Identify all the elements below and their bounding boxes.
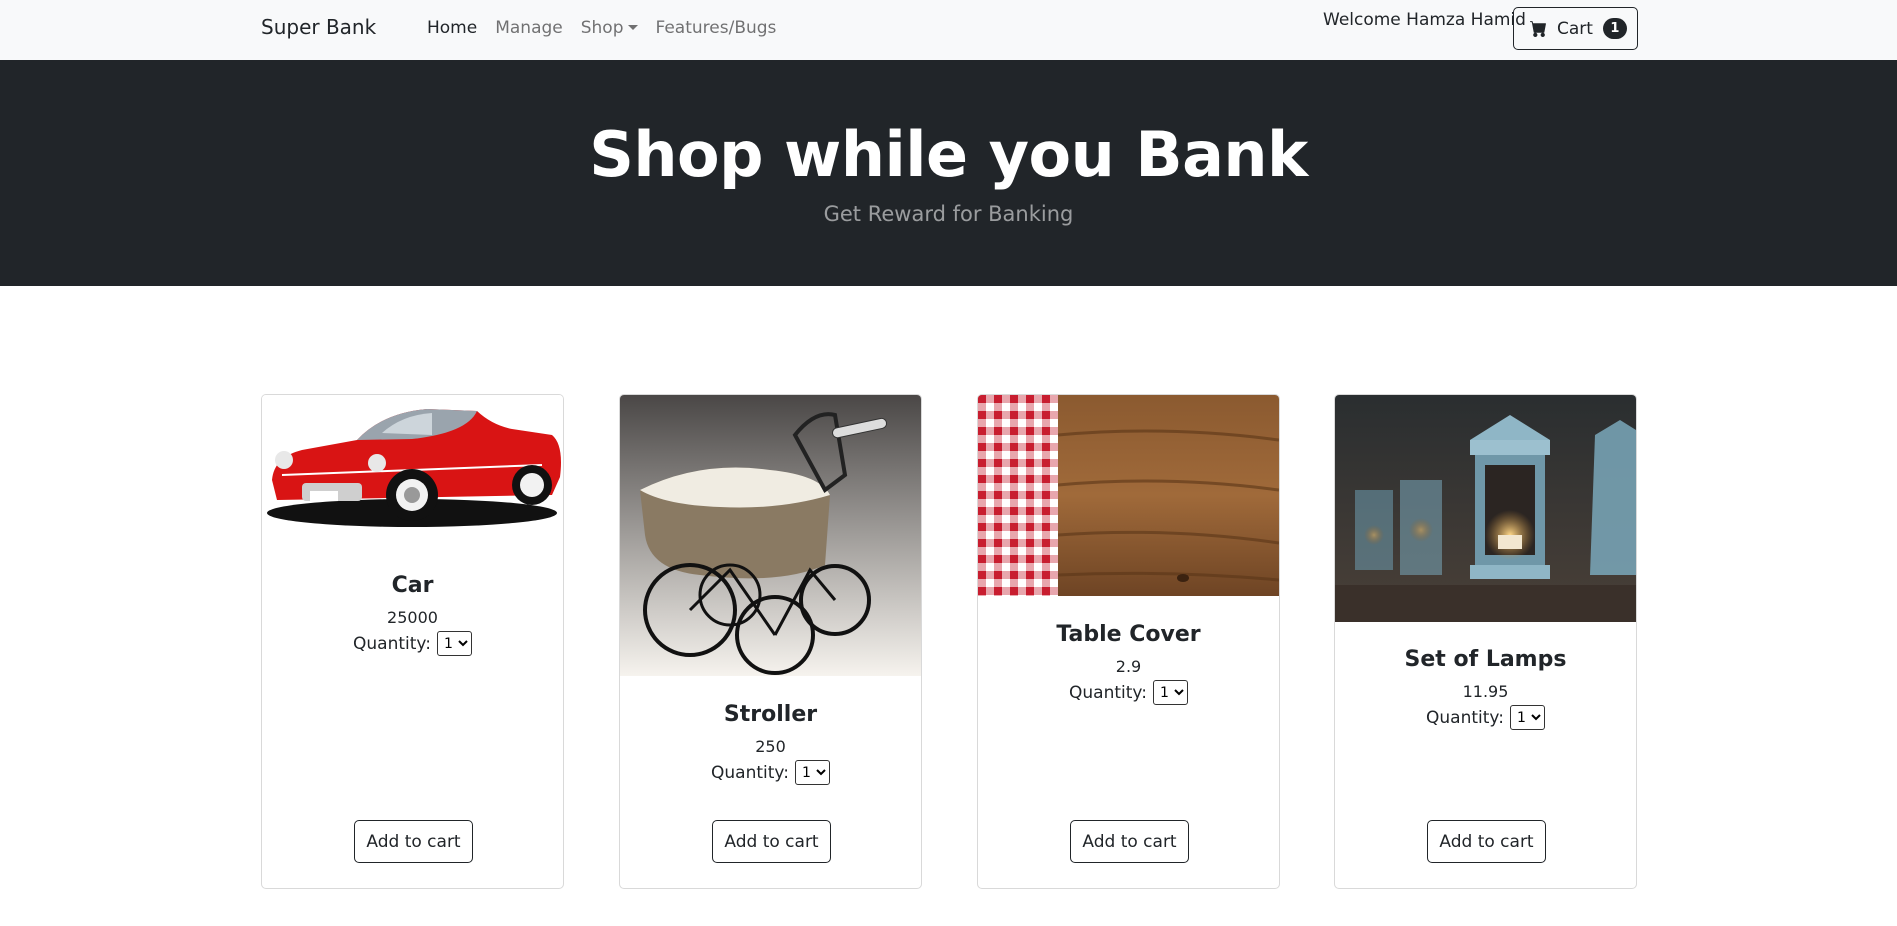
add-to-cart-button[interactable]: Add to cart — [1070, 820, 1189, 863]
chevron-down-icon — [627, 25, 638, 30]
cart-button[interactable]: Cart 1 — [1513, 7, 1638, 50]
quantity-label: Quantity: — [711, 762, 789, 783]
card-body: Stroller 250 Quantity: 1 — [620, 702, 921, 785]
nav-home[interactable]: Home — [427, 18, 477, 38]
product-title: Set of Lamps — [1404, 647, 1567, 672]
quantity-label: Quantity: — [353, 633, 431, 654]
product-price: 250 — [755, 737, 786, 756]
add-to-cart-button[interactable]: Add to cart — [1427, 820, 1546, 863]
add-to-cart-button[interactable]: Add to cart — [354, 820, 473, 863]
table-cover-image — [978, 395, 1279, 596]
welcome-text: Welcome Hamza Hamid — [1323, 10, 1526, 30]
lamps-image — [1335, 395, 1636, 622]
quantity-select[interactable]: 1 — [1152, 680, 1188, 705]
cart-count-badge: 1 — [1602, 18, 1627, 39]
product-card-set-of-lamps: Set of Lamps 11.95 Quantity: 1 Add to ca… — [1334, 394, 1637, 889]
product-title: Table Cover — [1056, 622, 1201, 647]
quantity-select[interactable]: 1 — [794, 760, 830, 785]
hero-subtitle: Get Reward for Banking — [823, 202, 1074, 226]
quantity-label: Quantity: — [1069, 682, 1147, 703]
card-body: Set of Lamps 11.95 Quantity: 1 — [1335, 647, 1636, 730]
hero-banner: Shop while you Bank Get Reward for Banki… — [0, 60, 1897, 286]
nav-links: Home Manage Shop Features/Bugs — [427, 18, 776, 38]
navbar: Super Bank Home Manage Shop Features/Bug… — [0, 0, 1897, 60]
cart-icon — [1530, 21, 1546, 37]
quantity-select[interactable]: 1 — [1509, 705, 1545, 730]
card-body: Car 25000 Quantity: 1 — [262, 573, 563, 656]
stroller-image — [620, 395, 921, 676]
cart-label: Cart — [1557, 18, 1593, 39]
product-card-stroller: Stroller 250 Quantity: 1 Add to cart — [619, 394, 922, 889]
product-price: 11.95 — [1462, 682, 1509, 701]
quantity-row: Quantity: 1 — [1335, 705, 1636, 730]
quantity-row: Quantity: 1 — [620, 760, 921, 785]
quantity-row: Quantity: 1 — [262, 631, 563, 656]
brand-link[interactable]: Super Bank — [261, 15, 376, 39]
quantity-label: Quantity: — [1426, 707, 1504, 728]
nav-shop-label: Shop — [580, 18, 624, 38]
product-title: Stroller — [723, 702, 818, 727]
quantity-row: Quantity: 1 — [978, 680, 1279, 705]
nav-shop-dropdown[interactable]: Shop — [581, 18, 638, 38]
quantity-select[interactable]: 1 — [436, 631, 472, 656]
product-card-car: Car 25000 Quantity: 1 Add to cart — [261, 394, 564, 889]
product-price: 25000 — [387, 608, 438, 627]
nav-features-bugs[interactable]: Features/Bugs — [656, 18, 777, 38]
product-card-table-cover: Table Cover 2.9 Quantity: 1 Add to cart — [977, 394, 1280, 889]
product-title: Car — [391, 573, 434, 598]
hero-title: Shop while you Bank — [589, 118, 1308, 191]
product-price: 2.9 — [1115, 657, 1142, 676]
car-image — [262, 395, 563, 537]
add-to-cart-button[interactable]: Add to cart — [712, 820, 831, 863]
card-body: Table Cover 2.9 Quantity: 1 — [978, 622, 1279, 705]
nav-manage[interactable]: Manage — [495, 18, 563, 38]
